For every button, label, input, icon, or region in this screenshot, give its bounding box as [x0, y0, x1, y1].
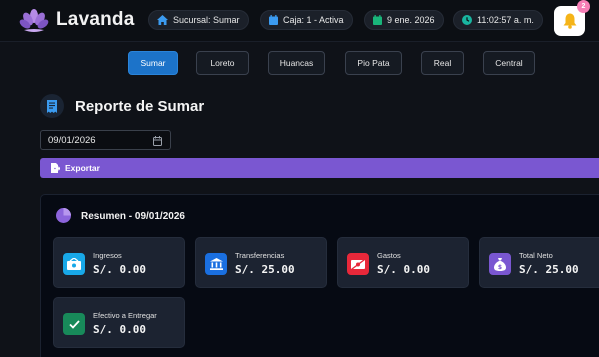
card-label: Ingresos: [93, 251, 122, 260]
card-value: S/. 25.00: [519, 263, 579, 276]
card-efectivo-entregar: Efectivo a Entregar S/. 0.00: [53, 297, 185, 348]
register-icon: [269, 15, 278, 25]
expense-icon: [347, 253, 369, 275]
clock-icon: [462, 15, 472, 25]
page-title: Reporte de Sumar: [75, 98, 205, 115]
calendar-icon: [373, 15, 382, 25]
card-label: Total Neto: [519, 251, 553, 260]
brand-name: Lavanda: [56, 9, 135, 30]
tab-pio-pata[interactable]: Pio Pata: [345, 51, 402, 75]
tab-real[interactable]: Real: [421, 51, 464, 75]
card-value: S/. 25.00: [235, 263, 295, 276]
export-button[interactable]: Exportar: [40, 158, 599, 178]
card-value: S/. 0.00: [377, 263, 430, 276]
lavender-logo-icon: [19, 9, 49, 32]
card-label: Gastos: [377, 251, 401, 260]
tab-huancas[interactable]: Huancas: [268, 51, 325, 75]
pie-chart-icon: [56, 208, 71, 223]
card-value: S/. 0.00: [93, 263, 146, 276]
bell-icon: [563, 13, 576, 29]
report-date-input[interactable]: 09/01/2026: [40, 130, 171, 150]
report-date-value: 09/01/2026: [48, 134, 96, 146]
check-icon: [63, 313, 85, 335]
time-label: 11:02:57 a. m.: [477, 15, 534, 25]
card-total-neto: $ Total Neto S/. 25.00: [479, 237, 599, 288]
export-label: Exportar: [65, 163, 100, 173]
tab-central[interactable]: Central: [483, 51, 535, 75]
date-pill: 9 ene. 2026: [364, 10, 444, 30]
date-label: 9 ene. 2026: [387, 15, 435, 25]
report-icon: [40, 94, 64, 118]
time-pill: 11:02:57 a. m.: [453, 10, 543, 30]
receipt-icon: [47, 99, 57, 113]
card-gastos: Gastos S/. 0.00: [337, 237, 469, 288]
calendar-picker-icon[interactable]: [153, 136, 162, 146]
export-file-icon: [51, 163, 60, 173]
register-pill[interactable]: Caja: 1 - Activa: [260, 10, 353, 30]
branch-label: Sucursal: Sumar: [173, 15, 240, 25]
card-value: S/. 0.00: [93, 323, 146, 336]
branch-pill[interactable]: Sucursal: Sumar: [148, 10, 249, 30]
card-transferencias: Transferencias S/. 25.00: [195, 237, 327, 288]
summary-title: Resumen - 09/01/2026: [81, 211, 185, 222]
top-bar: Lavanda Sucursal: Sumar Caja: 1 - Activa…: [0, 0, 599, 42]
money-bag-icon: $: [489, 253, 511, 275]
card-ingresos: Ingresos S/. 0.00: [53, 237, 185, 288]
register-label: Caja: 1 - Activa: [283, 15, 344, 25]
tab-sumar[interactable]: Sumar: [128, 51, 178, 75]
card-label: Efectivo a Entregar: [93, 311, 157, 320]
cash-icon: [63, 253, 85, 275]
notification-badge: 2: [577, 0, 590, 13]
card-label: Transferencias: [235, 251, 285, 260]
svg-text:$: $: [498, 264, 502, 271]
tab-loreto[interactable]: Loreto: [196, 51, 249, 75]
bank-icon: [205, 253, 227, 275]
home-icon: [157, 15, 168, 25]
